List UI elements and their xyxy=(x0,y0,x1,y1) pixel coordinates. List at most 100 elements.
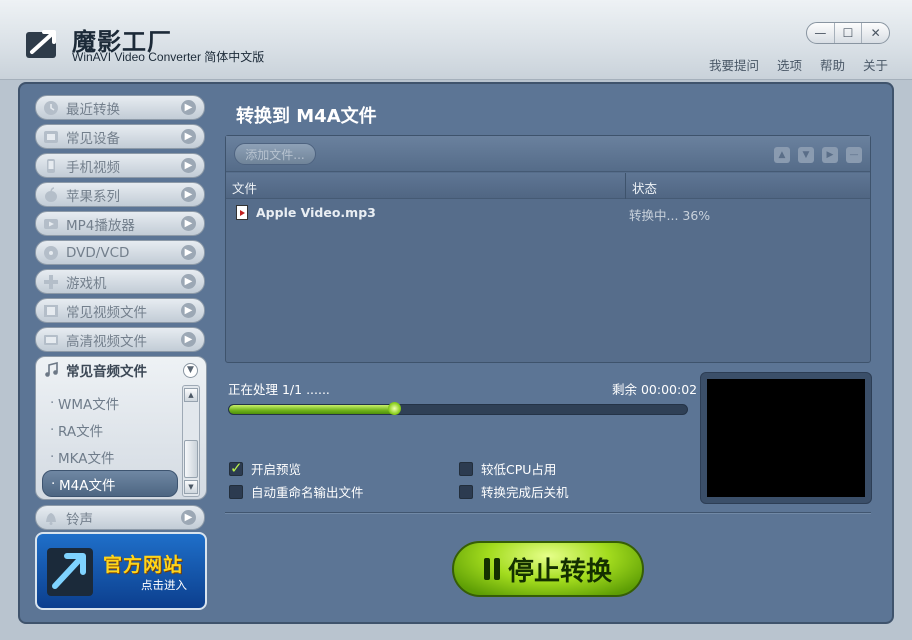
promo-title: 官方网站 xyxy=(103,554,184,576)
sidebar-item-apple[interactable]: 苹果系列 ▶ xyxy=(35,182,205,207)
stop-convert-button[interactable]: 停止转换 xyxy=(452,541,644,597)
option-shutdown[interactable]: 转换完成后关机 xyxy=(459,482,569,501)
file-list-header: 文件 状态 xyxy=(226,173,870,199)
preview-checkbox[interactable] xyxy=(229,459,243,477)
move-down-icon[interactable]: ▼ xyxy=(798,147,814,163)
film-icon xyxy=(42,302,60,320)
chevron-down-icon: ▼ xyxy=(183,362,198,378)
remove-icon[interactable]: — xyxy=(846,147,862,163)
column-divider[interactable] xyxy=(625,173,626,199)
menu-help[interactable]: 帮助 xyxy=(820,55,845,74)
format-item-mka[interactable]: MKA文件 xyxy=(42,443,178,470)
sidebar-item-label: 手机视频 xyxy=(66,159,120,176)
move-up-icon[interactable]: ▲ xyxy=(774,147,790,163)
clock-icon xyxy=(42,99,60,117)
menu-about[interactable]: 关于 xyxy=(863,55,888,74)
app-logo-icon xyxy=(24,26,64,62)
sidebar-item-label: 最近转换 xyxy=(66,101,120,118)
sidebar-item-hd-video[interactable]: 高清视频文件 ▶ xyxy=(35,327,205,352)
option-label: 自动重命名输出文件 xyxy=(251,485,364,500)
option-label: 较低CPU占用 xyxy=(481,462,557,477)
sidebar-item-label: 游戏机 xyxy=(66,275,107,292)
close-button[interactable]: ✕ xyxy=(862,23,889,43)
music-note-icon xyxy=(42,361,60,379)
option-low-cpu[interactable]: 较低CPU占用 xyxy=(459,459,556,478)
mp4-player-icon xyxy=(42,215,60,233)
disc-icon xyxy=(42,244,60,262)
window-controls: — ☐ ✕ xyxy=(806,22,890,44)
sidebar-item-label: DVD/VCD xyxy=(66,244,130,261)
promo-logo-icon xyxy=(47,548,93,596)
gamepad-icon xyxy=(42,273,60,291)
shutdown-checkbox[interactable] xyxy=(459,484,473,499)
processing-label: 正在处理 1/1 ...... xyxy=(228,382,330,397)
option-label: 开启预览 xyxy=(251,462,302,477)
sidebar-item-label: 苹果系列 xyxy=(66,188,120,205)
option-preview[interactable]: 开启预览 xyxy=(229,459,301,478)
page-title: 转换到 M4A文件 xyxy=(236,106,377,127)
minimize-button[interactable]: — xyxy=(807,23,835,43)
audio-format-list: WMA文件 RA文件 MKA文件 M4A文件 xyxy=(42,389,178,497)
progress-knob xyxy=(387,402,401,415)
chevron-right-icon: ▶ xyxy=(181,216,196,231)
chevron-right-icon: ▶ xyxy=(181,100,196,115)
apple-icon xyxy=(42,186,60,204)
sidebar-item-common-audio[interactable]: 常见音频文件 ▼ xyxy=(36,357,206,383)
low-cpu-checkbox[interactable] xyxy=(459,461,473,476)
column-file[interactable]: 文件 xyxy=(232,178,257,197)
sidebar-item-recent[interactable]: 最近转换 ▶ xyxy=(35,95,205,120)
chevron-right-icon: ▶ xyxy=(181,158,196,173)
scroll-thumb[interactable] xyxy=(184,440,198,478)
column-status[interactable]: 状态 xyxy=(632,178,657,197)
scroll-up-icon[interactable]: ▲ xyxy=(184,388,198,402)
table-row[interactable]: Apple Video.mp3 转换中... 36% xyxy=(226,202,870,224)
sidebar-item-mp4-player[interactable]: MP4播放器 ▶ xyxy=(35,211,205,236)
format-item-wma[interactable]: WMA文件 xyxy=(42,389,178,416)
promo-subtitle: 点击进入 xyxy=(141,578,187,592)
sidebar-item-game-console[interactable]: 游戏机 ▶ xyxy=(35,269,205,294)
format-item-ra[interactable]: RA文件 xyxy=(42,416,178,443)
menu-options[interactable]: 选项 xyxy=(777,55,802,74)
sidebar-item-dvd-vcd[interactable]: DVD/VCD ▶ xyxy=(35,240,205,265)
add-file-button[interactable]: 添加文件... xyxy=(234,143,316,165)
stop-button-label: 停止转换 xyxy=(507,556,612,587)
official-website-banner[interactable]: 官方网站 点击进入 xyxy=(35,532,207,610)
audio-group-panel: 常见音频文件 ▼ WMA文件 RA文件 MKA文件 M4A文件 ▲ ▼ xyxy=(35,356,207,500)
play-icon[interactable]: ▶ xyxy=(822,147,838,163)
option-label: 转换完成后关机 xyxy=(481,485,569,500)
sidebar-item-ringtone[interactable]: 铃声 ▶ xyxy=(35,505,205,530)
scroll-down-icon[interactable]: ▼ xyxy=(184,480,198,494)
sidebar-item-label: 铃声 xyxy=(66,511,93,528)
pause-icon xyxy=(483,558,500,580)
sidebar-item-common-devices[interactable]: 常见设备 ▶ xyxy=(35,124,205,149)
chevron-right-icon: ▶ xyxy=(181,303,196,318)
auto-rename-checkbox[interactable] xyxy=(229,484,243,499)
sidebar-item-label: 常见音频文件 xyxy=(66,364,147,380)
chevron-right-icon: ▶ xyxy=(181,129,196,144)
chevron-right-icon: ▶ xyxy=(181,510,196,525)
sidebar-item-mobile-video[interactable]: 手机视频 ▶ xyxy=(35,153,205,178)
title-bar: 魔影工厂 WinAVI Video Converter 简体中文版 — ☐ ✕ … xyxy=(0,0,912,80)
audio-list-scrollbar[interactable]: ▲ ▼ xyxy=(182,385,200,497)
maximize-button[interactable]: ☐ xyxy=(835,23,863,43)
file-name: Apple Video.mp3 xyxy=(256,205,376,220)
chevron-right-icon: ▶ xyxy=(181,245,196,260)
file-status: 转换中... 36% xyxy=(629,208,711,223)
format-item-m4a[interactable]: M4A文件 xyxy=(42,470,178,497)
menu-ask-question[interactable]: 我要提问 xyxy=(709,55,759,74)
sidebar-item-label: 常见视频文件 xyxy=(66,304,147,321)
divider xyxy=(225,512,871,514)
file-tool-icons: ▲ ▼ ▶ — xyxy=(774,147,862,163)
chevron-right-icon: ▶ xyxy=(181,274,196,289)
phone-icon xyxy=(42,157,60,175)
hd-icon xyxy=(42,331,60,349)
app-subtitle: WinAVI Video Converter 简体中文版 xyxy=(72,50,265,64)
preview-screen xyxy=(707,379,865,497)
option-auto-rename[interactable]: 自动重命名输出文件 xyxy=(229,482,364,501)
bell-icon xyxy=(42,509,60,527)
sidebar-item-common-video[interactable]: 常见视频文件 ▶ xyxy=(35,298,205,323)
top-menu: 我要提问 选项 帮助 关于 xyxy=(709,55,888,74)
remaining-time: 剩余 00:00:02 xyxy=(612,382,698,397)
sidebar-item-label: MP4播放器 xyxy=(66,217,135,234)
device-icon xyxy=(42,128,60,146)
